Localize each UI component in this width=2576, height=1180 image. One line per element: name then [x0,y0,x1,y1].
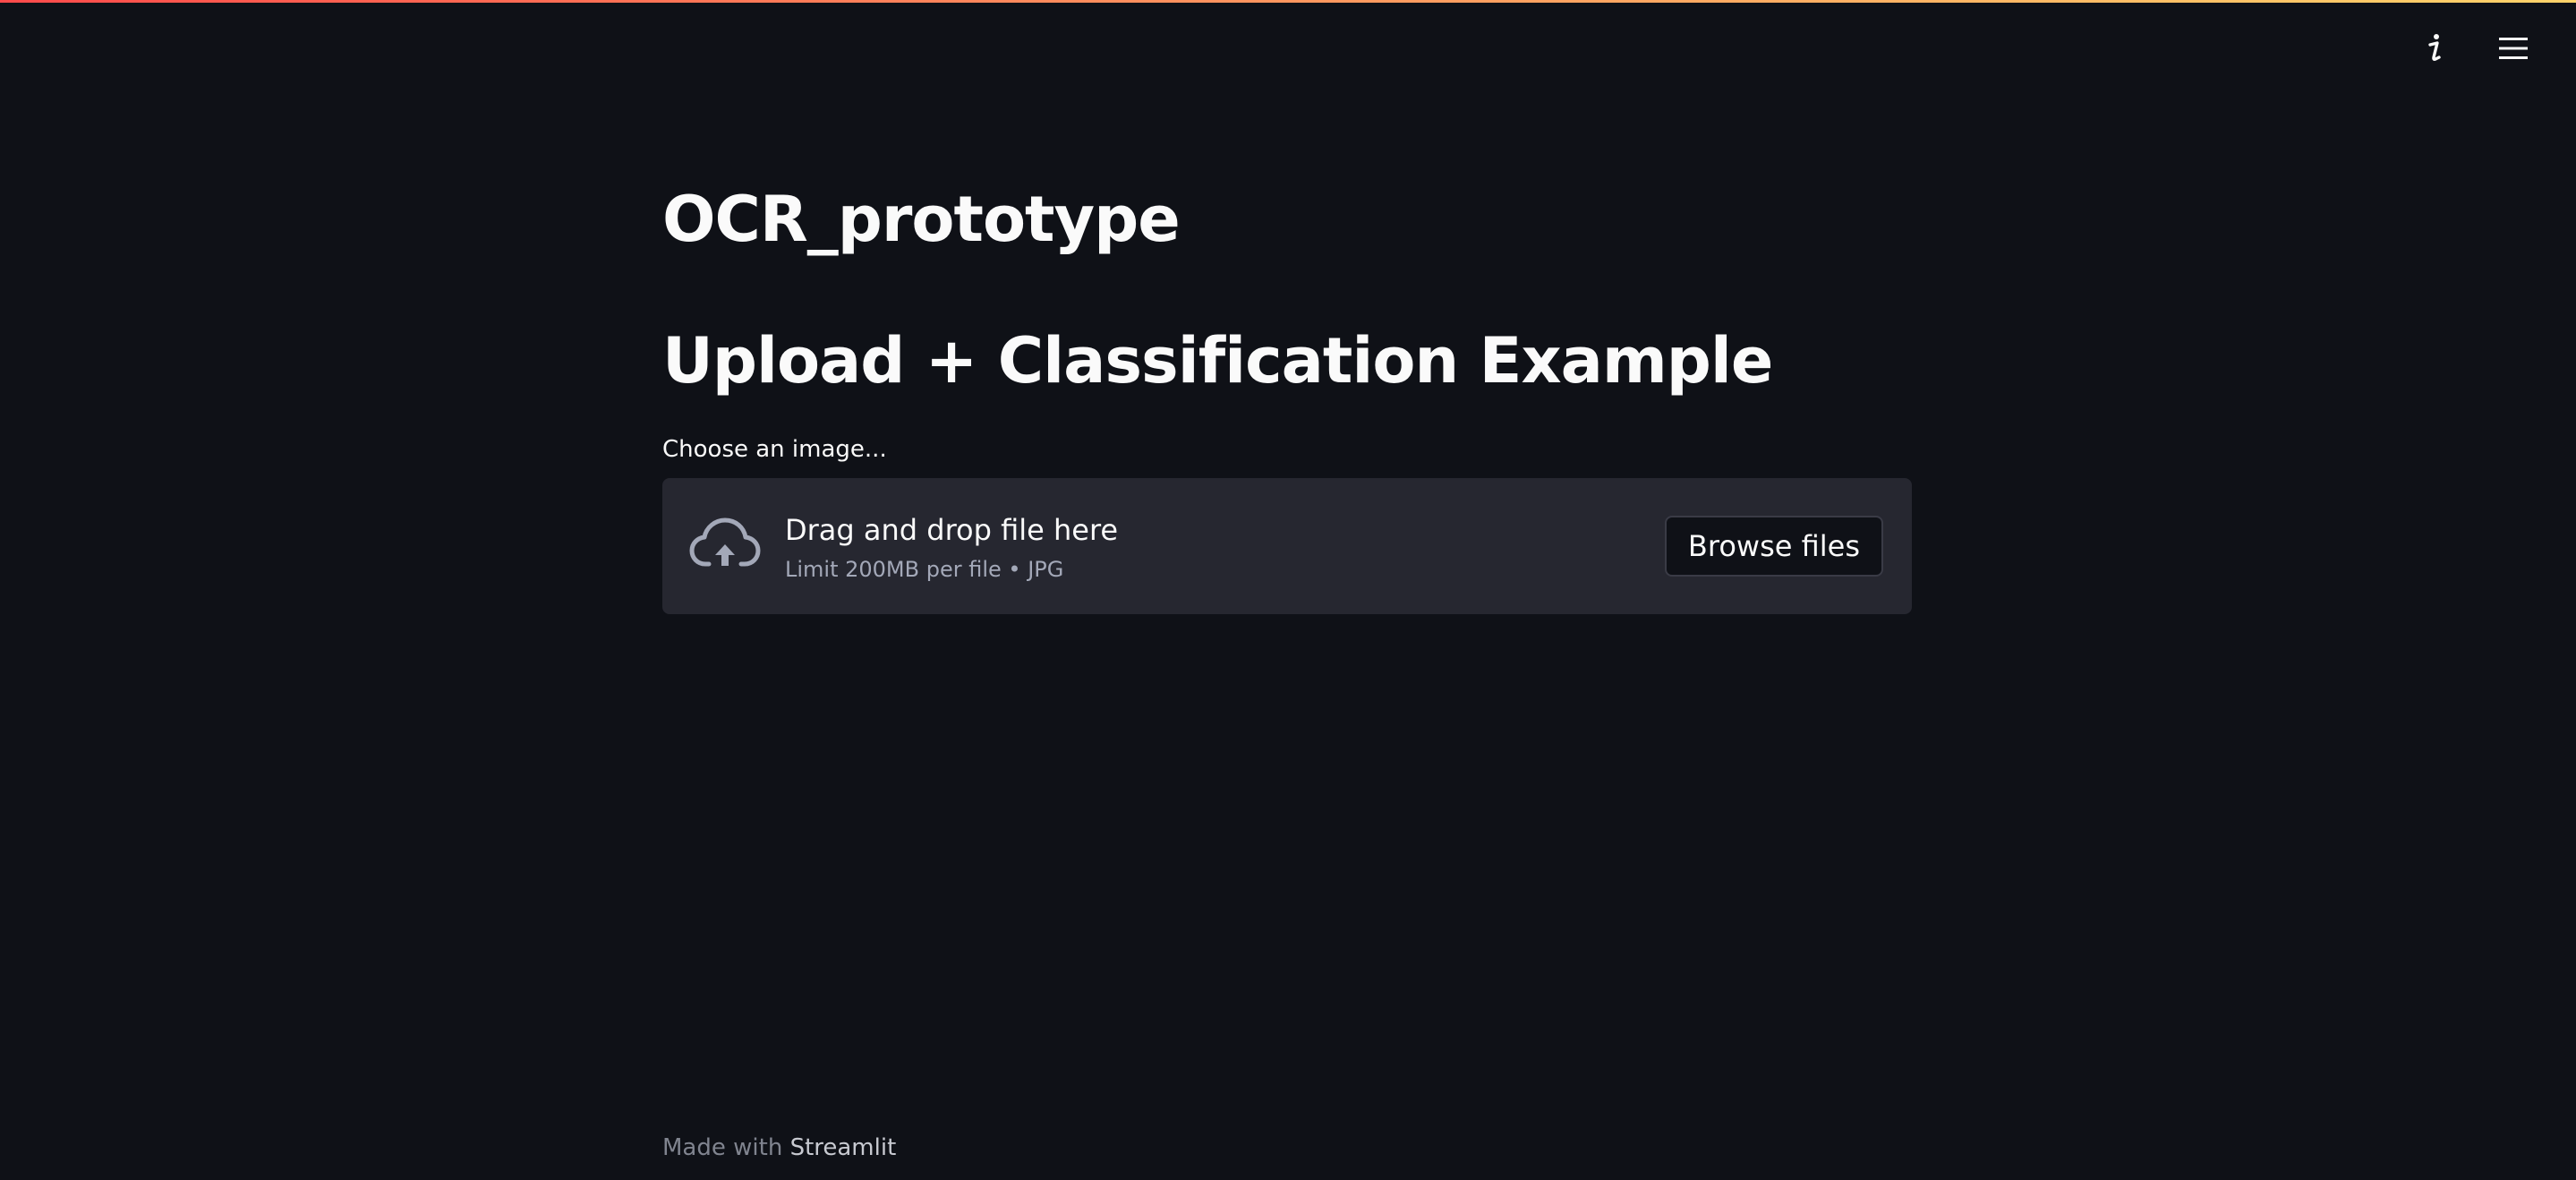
file-uploader-label: Choose an image... [662,436,887,463]
cloud-upload-icon [689,517,761,567]
dropzone-limits: Limit 200MB per file • JPG [785,557,1064,582]
about-button[interactable] [2415,29,2454,68]
file-dropzone[interactable]: Drag and drop file here Limit 200MB per … [662,478,1912,614]
footer: Made with Streamlit [662,1132,896,1164]
app-root: OCR_prototype Upload + Classification Ex… [0,0,2576,1180]
browse-files-button[interactable]: Browse files [1664,516,1883,577]
dropzone-instructions: Drag and drop file here Limit 200MB per … [785,510,1118,584]
top-decoration-bar [0,0,2576,3]
dropzone-title: Drag and drop file here [785,513,1119,547]
section-heading: Upload + Classification Example [662,324,1773,398]
toolbar [2415,29,2533,68]
footer-made-with: Made with [662,1134,790,1161]
info-icon [2428,34,2441,61]
main-menu-button[interactable] [2494,29,2533,68]
page-title: OCR_prototype [662,183,1181,256]
streamlit-link[interactable]: Streamlit [790,1134,897,1161]
hamburger-menu-icon [2499,38,2528,59]
